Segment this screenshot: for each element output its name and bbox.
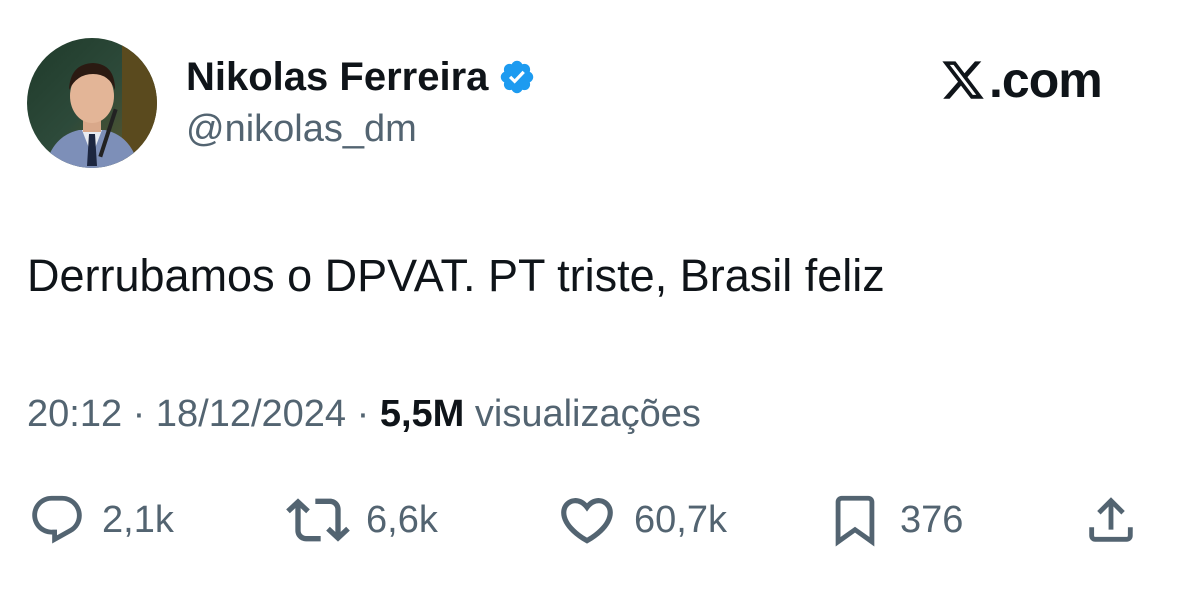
x-brand-text: .com <box>989 52 1103 108</box>
tweet-time[interactable]: 20:12 <box>27 393 122 435</box>
tweet-meta: 20:12 · 18/12/2024 · 5,5M visualizações <box>27 393 701 436</box>
avatar-photo <box>27 38 157 168</box>
share-button[interactable] <box>1082 485 1140 555</box>
views-count: 5,5M <box>379 393 465 435</box>
x-brand-logo: .com <box>940 52 1103 108</box>
tweet-date[interactable]: 18/12/2024 <box>156 393 346 435</box>
like-count: 60,7k <box>634 498 727 541</box>
retweet-icon <box>286 488 350 552</box>
like-button[interactable]: 60,7k <box>556 485 727 555</box>
meta-separator: · <box>132 393 146 435</box>
x-logo-icon <box>940 57 986 103</box>
tweet-actions: 2,1k 6,6k 60,7k 376 <box>0 485 1179 555</box>
views-label: visualizações <box>474 393 701 435</box>
reply-button[interactable]: 2,1k <box>28 485 174 555</box>
bookmark-button[interactable]: 376 <box>826 485 963 555</box>
avatar[interactable] <box>27 38 157 168</box>
tweet-text: Derrubamos o DPVAT. PT triste, Brasil fe… <box>27 250 885 301</box>
verified-badge-icon <box>498 58 536 96</box>
retweet-count: 6,6k <box>366 498 438 541</box>
bookmark-count: 376 <box>900 498 964 541</box>
tweet-card: Nikolas Ferreira @nikolas_dm .com Derrub… <box>0 0 1179 595</box>
heart-icon <box>556 489 618 551</box>
reply-icon <box>28 491 86 549</box>
retweet-button[interactable]: 6,6k <box>286 485 438 555</box>
author-handle[interactable]: @nikolas_dm <box>186 108 417 151</box>
author-display-name[interactable]: Nikolas Ferreira <box>186 55 488 100</box>
meta-separator: · <box>356 393 370 435</box>
share-icon <box>1082 491 1140 549</box>
reply-count: 2,1k <box>102 498 174 541</box>
author-name-row: Nikolas Ferreira <box>186 52 536 102</box>
bookmark-icon <box>826 491 884 549</box>
